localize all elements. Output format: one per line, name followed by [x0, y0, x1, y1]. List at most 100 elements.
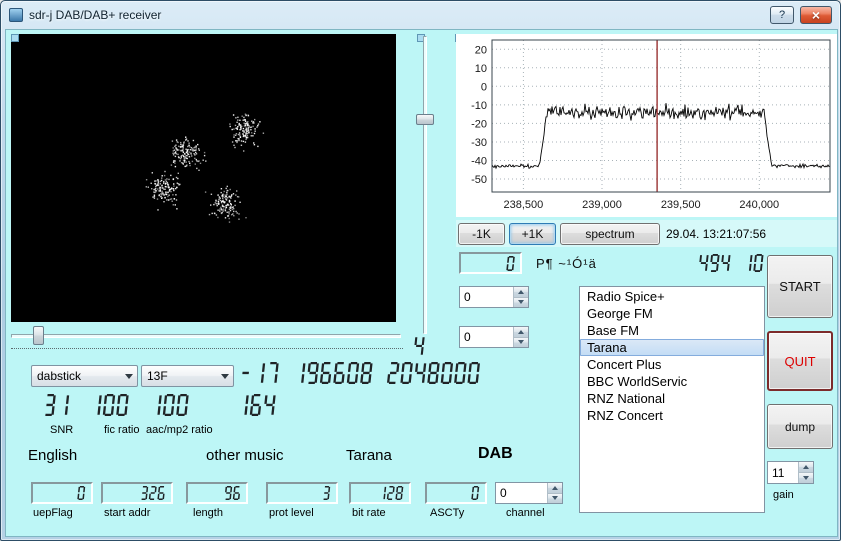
spin-down-button[interactable] — [514, 336, 528, 347]
length-label: length — [193, 507, 223, 519]
snr-lcd — [43, 394, 73, 416]
language-label: English — [28, 447, 78, 464]
startaddr-lcd — [101, 482, 173, 504]
svg-text:239,500: 239,500 — [661, 199, 701, 211]
spinbox-buttons — [513, 327, 528, 347]
spectrum-button[interactable]: spectrum — [560, 223, 660, 245]
spinbox-value: 0 — [464, 330, 471, 344]
runtime-lcd — [698, 254, 767, 272]
lcd-digits — [224, 486, 243, 500]
startaddr-label: start addr — [104, 507, 151, 519]
uepflag-lcd — [31, 482, 93, 504]
arrow-up-icon — [552, 485, 558, 490]
spin-up-button[interactable] — [514, 287, 528, 297]
uepflag-label: uepFlag — [33, 507, 73, 519]
start-button[interactable]: START — [767, 255, 833, 318]
extra-stats-lcd — [236, 394, 279, 416]
spin-up-button[interactable] — [514, 327, 528, 337]
list-item[interactable]: RNZ Concert — [580, 407, 764, 424]
mode-label: DAB — [478, 445, 513, 462]
dump-button[interactable]: dump — [767, 404, 833, 449]
list-item[interactable]: George FM — [580, 305, 764, 322]
arrow-up-icon — [803, 465, 809, 469]
spinbox-buttons — [547, 483, 562, 503]
arrow-up-icon — [518, 329, 524, 334]
svg-text:-30: -30 — [471, 137, 487, 149]
constellation-plot — [11, 34, 396, 322]
spinbox-value: 0 — [500, 486, 507, 500]
signal-lcd — [413, 336, 428, 356]
arrow-up-icon — [518, 289, 524, 294]
length-lcd — [186, 482, 248, 504]
chevron-down-icon — [220, 373, 229, 379]
list-item[interactable]: Radio Spice+ — [580, 288, 764, 305]
spinbox-buttons — [798, 462, 813, 483]
spin-down-button[interactable] — [799, 472, 813, 483]
coarse-spinbox[interactable]: 0 — [459, 286, 529, 308]
list-item[interactable]: Concert Plus — [580, 356, 764, 373]
ascty-label: ASCTy — [430, 507, 465, 519]
spin-up-button[interactable] — [548, 483, 562, 493]
main-stats-lcd — [239, 362, 484, 384]
minus-1k-button[interactable]: -1K — [458, 223, 505, 245]
lcd-digits — [322, 486, 333, 500]
slider-handle[interactable] — [33, 326, 44, 345]
slider-tick-line — [11, 348, 403, 349]
app-icon — [9, 8, 23, 22]
spin-up-button[interactable] — [799, 462, 813, 472]
lcd-digits — [506, 255, 517, 271]
lcd-digits — [140, 486, 168, 500]
combobox-value: dabstick — [37, 369, 82, 383]
list-item[interactable]: Tarana — [580, 339, 764, 356]
slider-handle[interactable] — [416, 114, 434, 125]
gain-label: gain — [773, 489, 794, 501]
datetime-label: 29.04. 13:21:07:56 — [666, 227, 767, 241]
protlevel-lcd — [266, 482, 338, 504]
device-combobox[interactable]: dabstick — [31, 365, 138, 387]
svg-text:-20: -20 — [471, 118, 487, 130]
spinbox-value: 11 — [772, 465, 785, 480]
fic-ratio-lcd — [89, 394, 132, 416]
arrow-down-icon — [518, 340, 524, 345]
close-button[interactable]: × — [800, 6, 832, 24]
list-item[interactable]: Base FM — [580, 322, 764, 339]
ascty-lcd — [425, 482, 487, 504]
combobox-value: 13F — [147, 369, 168, 383]
mp2-ratio-label: aac/mp2 ratio — [146, 424, 213, 436]
svg-text:239,000: 239,000 — [582, 199, 622, 211]
service-name-label: Tarana — [346, 447, 392, 464]
svg-text:-50: -50 — [471, 174, 487, 186]
slider-groove — [11, 334, 401, 338]
quit-button[interactable]: QUIT — [767, 331, 833, 391]
spin-down-button[interactable] — [548, 492, 562, 503]
titlebar[interactable]: sdr-j DAB/DAB+ receiver ? × — [1, 1, 840, 29]
svg-text:0: 0 — [481, 81, 487, 93]
list-item[interactable]: RNZ National — [580, 390, 764, 407]
corner-chip — [11, 34, 19, 42]
plus-1k-button[interactable]: +1K — [509, 223, 556, 245]
spin-down-button[interactable] — [514, 296, 528, 307]
chevron-down-icon — [124, 373, 133, 379]
spinbox-value: 0 — [464, 290, 471, 304]
combobox-arrow — [216, 366, 233, 386]
bitrate-label: bit rate — [352, 507, 386, 519]
help-button[interactable]: ? — [770, 6, 794, 24]
list-item[interactable]: BBC WorldServic — [580, 373, 764, 390]
window-title: sdr-j DAB/DAB+ receiver — [29, 8, 162, 22]
svg-text:-10: -10 — [471, 100, 487, 112]
lcd-digits — [471, 486, 482, 500]
channel-spinbox[interactable]: 0 — [495, 482, 563, 504]
bitrate-lcd — [349, 482, 411, 504]
vertical-slider[interactable] — [416, 36, 434, 334]
spinbox-buttons — [513, 287, 528, 307]
svg-text:20: 20 — [475, 44, 487, 56]
station-list[interactable]: Radio Spice+ George FM Base FM Tarana Concer… — [579, 286, 765, 513]
fine-spinbox[interactable]: 0 — [459, 326, 529, 348]
slider-groove — [423, 36, 427, 334]
fic-ratio-label: fic ratio — [104, 424, 140, 436]
arrow-down-icon — [803, 476, 809, 480]
gain-spinbox[interactable]: 11 — [767, 461, 814, 484]
channel-combobox[interactable]: 13F — [141, 365, 234, 387]
svg-text:-40: -40 — [471, 156, 487, 168]
horizontal-slider[interactable] — [11, 326, 401, 346]
